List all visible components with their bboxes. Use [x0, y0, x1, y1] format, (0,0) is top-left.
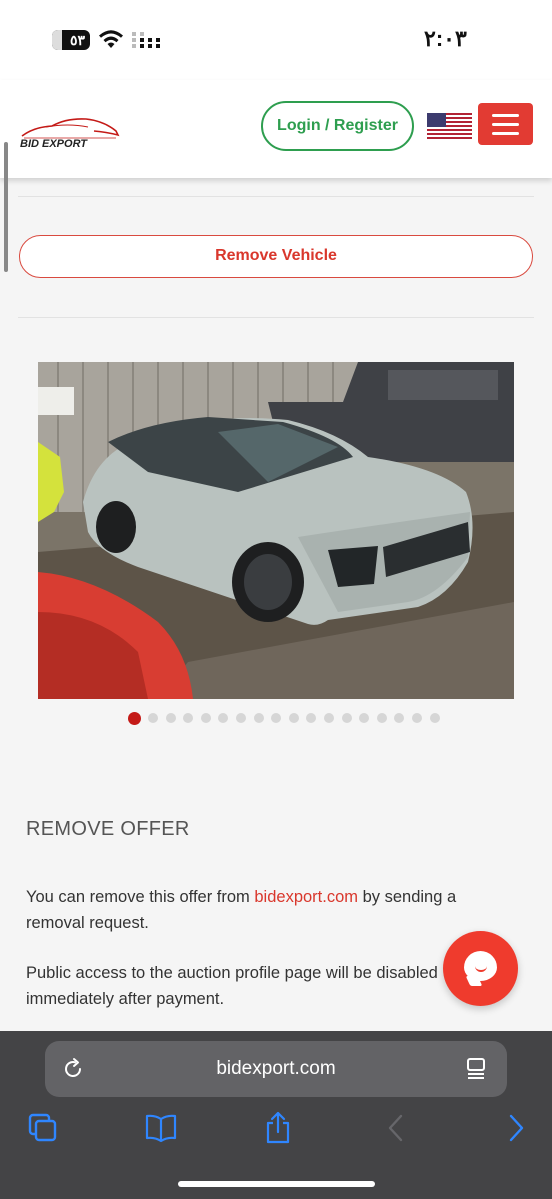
- gallery-dot[interactable]: [376, 713, 387, 723]
- us-flag-icon[interactable]: [427, 113, 472, 139]
- site-header: BID EXPORT Login / Register: [0, 80, 552, 178]
- scroll-indicator[interactable]: [4, 142, 8, 272]
- tabs-icon[interactable]: [28, 1113, 58, 1143]
- gallery-dot[interactable]: [183, 713, 194, 723]
- gallery-dot[interactable]: [218, 713, 229, 723]
- svg-text:BID EXPORT: BID EXPORT: [20, 138, 88, 150]
- gallery-dot[interactable]: [165, 713, 176, 723]
- gallery-dot[interactable]: [411, 713, 422, 723]
- remove-vehicle-button[interactable]: Remove Vehicle: [19, 235, 533, 278]
- remove-offer-text: You can remove this offer from: [26, 888, 255, 906]
- vehicle-photo[interactable]: [38, 362, 514, 699]
- gallery-dot[interactable]: [148, 713, 158, 723]
- remove-offer-title: REMOVE OFFER: [26, 818, 190, 840]
- status-time: ٢:٠٣: [424, 26, 467, 51]
- battery-level: ٥٣: [69, 32, 85, 48]
- forward-icon[interactable]: [506, 1113, 526, 1143]
- bookmarks-icon[interactable]: [145, 1113, 177, 1143]
- gallery-dot[interactable]: [288, 713, 299, 723]
- gallery-dot[interactable]: [429, 713, 440, 723]
- gallery-dot-active[interactable]: [128, 711, 141, 725]
- gallery-dot[interactable]: [200, 713, 211, 723]
- hamburger-menu-button[interactable]: [478, 103, 533, 145]
- gallery-dot[interactable]: [359, 713, 370, 723]
- address-bar[interactable]: bidexport.com: [45, 1041, 507, 1097]
- page: ٥٣ ٢:٠٣ BID EXPORT Login / Register Remo…: [0, 0, 552, 1199]
- share-icon[interactable]: [264, 1111, 292, 1145]
- home-indicator[interactable]: [178, 1181, 375, 1187]
- divider: [18, 196, 534, 197]
- gallery-dot[interactable]: [323, 713, 334, 723]
- wifi-icon: [99, 30, 123, 48]
- login-register-button[interactable]: Login / Register: [261, 101, 414, 151]
- gallery-dot[interactable]: [253, 713, 264, 723]
- gallery-dot[interactable]: [235, 713, 246, 723]
- remove-offer-paragraph: You can remove this offer from bidexport…: [26, 884, 506, 936]
- divider: [18, 317, 534, 318]
- status-bar: ٥٣ ٢:٠٣: [0, 0, 552, 80]
- bidexport-logo[interactable]: BID EXPORT: [16, 114, 122, 150]
- url-text: bidexport.com: [216, 1058, 336, 1079]
- gallery-pagination: [128, 711, 447, 725]
- gallery-dot[interactable]: [271, 713, 282, 723]
- bidexport-link[interactable]: bidexport.com: [254, 888, 358, 906]
- page-menu-icon[interactable]: [465, 1057, 487, 1081]
- browser-toolbar: bidexport.com: [0, 1031, 552, 1199]
- gallery-dot[interactable]: [306, 713, 317, 723]
- cellular-signal-icon: [132, 32, 160, 48]
- chat-bubble-icon: [464, 951, 497, 981]
- gallery-dot[interactable]: [341, 713, 352, 723]
- public-access-paragraph: Public access to the auction profile pag…: [26, 964, 438, 1008]
- live-chat-button[interactable]: [443, 931, 518, 1006]
- back-icon[interactable]: [386, 1113, 406, 1143]
- gallery-dot[interactable]: [394, 713, 405, 723]
- battery-icon: ٥٣: [52, 30, 90, 50]
